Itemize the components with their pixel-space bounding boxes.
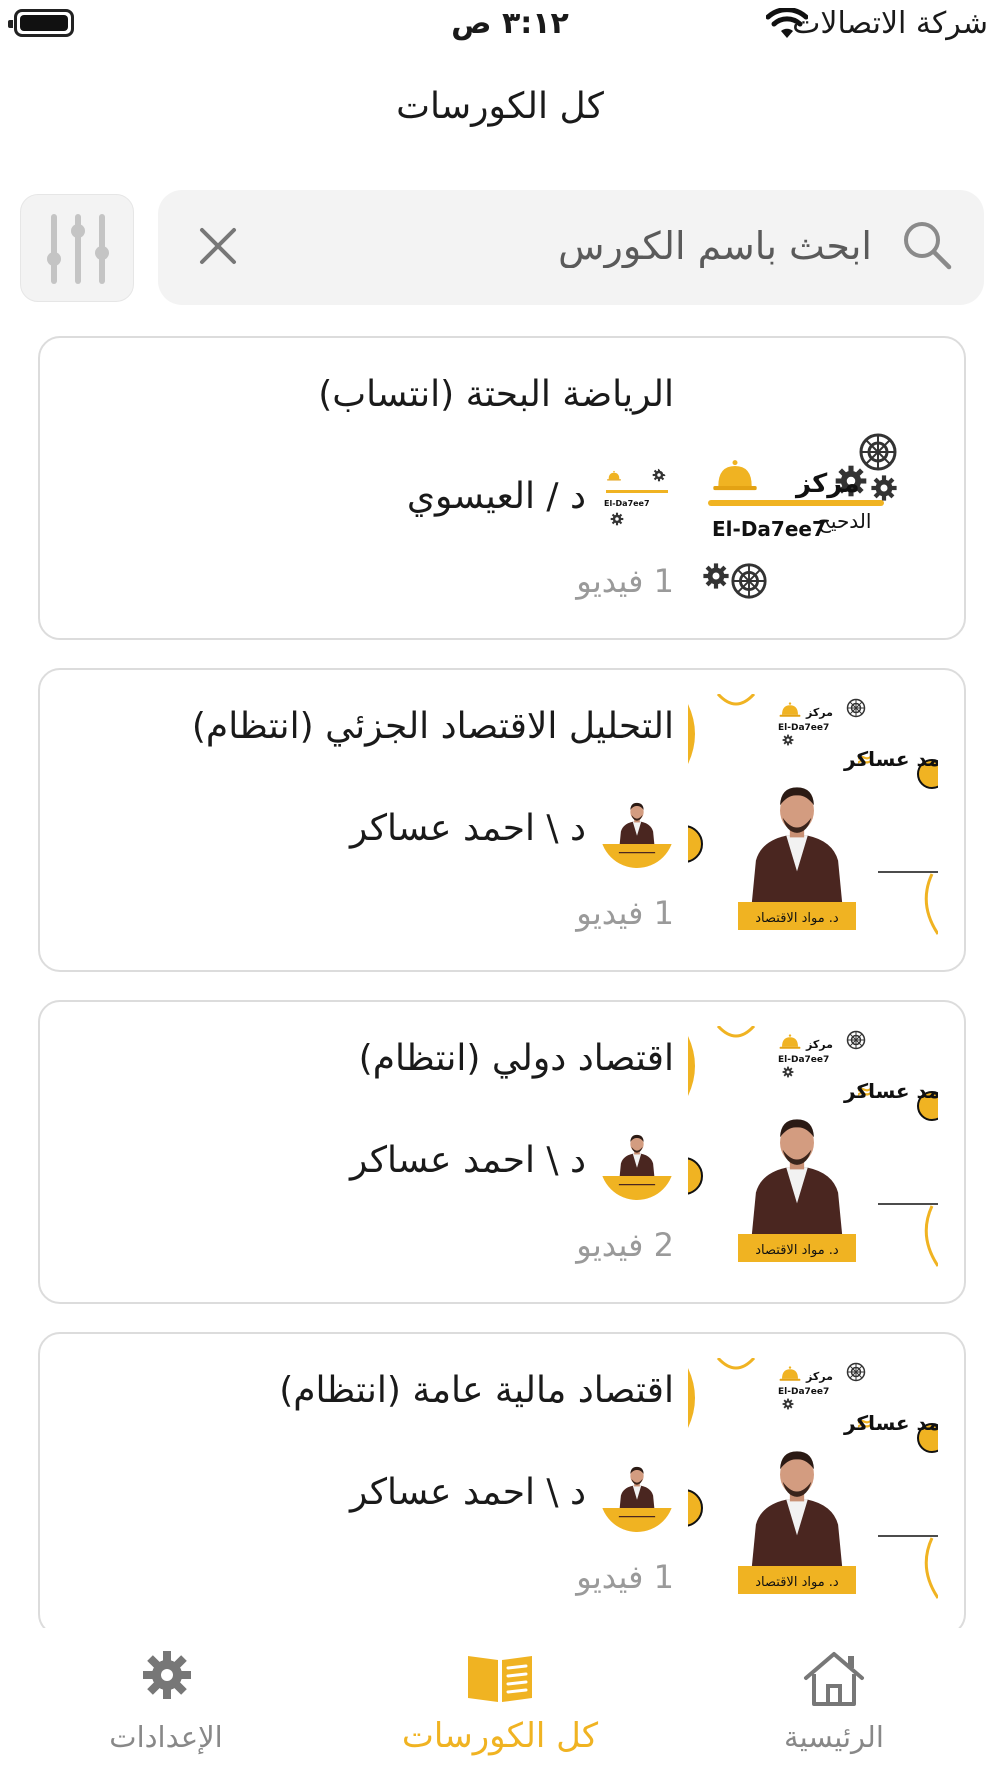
battery-icon — [8, 9, 74, 37]
poster-logo-en: El-Da7ee7 — [778, 723, 829, 733]
course-title: الرياضة البحتة (انتساب) — [318, 374, 674, 415]
video-count: 1 فيديو — [576, 562, 674, 600]
poster-doctor-name: د. احمد عساكر — [843, 1079, 938, 1103]
bottom-tab-bar: الإعدادات كل الكورسات الرئيسية — [0, 1628, 1000, 1778]
poster-logo-word: مركز — [805, 706, 833, 719]
poster-banner: د. مواد الاقتصاد — [755, 1243, 839, 1258]
course-list: مركز El-Da7ee7 الدحيح الرياضة البحتة (ان… — [38, 336, 966, 1628]
course-thumbnail: مركز El-Da7ee7 ≈ د. احمد عساكر د. مواد ا… — [688, 1358, 938, 1614]
gear-icon — [143, 1651, 191, 1699]
page-title: كل الكورسات — [396, 86, 604, 127]
poster-logo-en: El-Da7ee7 — [778, 1387, 829, 1397]
status-bar: ٣:١٢ ص شركة الاتصالات — [0, 0, 1000, 50]
video-count: 1 فيديو — [576, 894, 674, 932]
avatar-logo-en: El-Da7ee7 — [604, 499, 650, 508]
sliders-icon — [47, 214, 109, 284]
poster-doctor-name: د. احمد عساكر — [843, 747, 938, 771]
poster-banner: د. مواد الاقتصاد — [755, 911, 839, 926]
tab-all-courses[interactable]: كل الكورسات — [380, 1628, 620, 1778]
video-count: 2 فيديو — [576, 1226, 674, 1264]
poster-logo-en: El-Da7ee7 — [778, 1055, 829, 1065]
book-icon — [468, 1656, 532, 1702]
course-card[interactable]: مركز El-Da7ee7 ≈ د. احمد عساكر د. مواد ا… — [38, 1000, 966, 1304]
tab-settings[interactable]: الإعدادات — [46, 1628, 286, 1778]
poster-logo-word: مركز — [805, 1038, 833, 1051]
tab-label: الرئيسية — [784, 1720, 884, 1754]
carrier-name: شركة الاتصالات — [792, 6, 988, 41]
logo-word: مركز — [794, 469, 860, 499]
instructor-avatar: El-Da7ee7 — [600, 462, 674, 536]
instructor-name: د / العيسوي — [406, 476, 586, 517]
course-thumbnail: مركز El-Da7ee7 ≈ د. احمد عساكر د. مواد ا… — [688, 1026, 938, 1282]
instructor-avatar — [600, 1126, 674, 1200]
search-icon — [904, 222, 952, 270]
logo-name-ar: الدحيح — [818, 509, 871, 533]
tab-label: الإعدادات — [109, 1720, 223, 1754]
home-icon — [804, 1652, 864, 1706]
instructor-name: د \ احمد عساكر — [349, 808, 586, 849]
instructor-avatar — [600, 794, 674, 868]
course-title: اقتصاد دولي (انتظام) — [358, 1038, 674, 1079]
course-card[interactable]: مركز El-Da7ee7 الدحيح الرياضة البحتة (ان… — [38, 336, 966, 640]
instructor-avatar — [600, 1458, 674, 1532]
instructor-name: د \ احمد عساكر — [349, 1140, 586, 1181]
poster-logo-word: مركز — [805, 1370, 833, 1383]
course-card[interactable]: مركز El-Da7ee7 ≈ د. احمد عساكر د. مواد ا… — [38, 668, 966, 972]
course-title: التحليل الاقتصاد الجزئي (انتظام) — [191, 706, 674, 747]
course-thumbnail: مركز El-Da7ee7 الدحيح — [688, 362, 938, 618]
tab-label: كل الكورسات — [401, 1716, 599, 1756]
course-thumbnail: مركز El-Da7ee7 ≈ د. احمد عساكر د. مواد ا… — [688, 694, 938, 950]
video-count: 1 فيديو — [576, 1558, 674, 1596]
search-input[interactable] — [312, 210, 872, 282]
search-bar — [158, 190, 984, 305]
logo-name-en: El-Da7ee7 — [712, 517, 826, 541]
poster-doctor-name: د. احمد عساكر — [843, 1411, 938, 1435]
course-card[interactable]: مركز El-Da7ee7 ≈ د. احمد عساكر د. مواد ا… — [38, 1332, 966, 1628]
filter-button[interactable] — [20, 194, 134, 302]
tab-home[interactable]: الرئيسية — [714, 1628, 954, 1778]
poster-banner: د. مواد الاقتصاد — [755, 1575, 839, 1590]
status-time: ٣:١٢ ص — [451, 6, 569, 41]
course-title: اقتصاد مالية عامة (انتظام) — [279, 1370, 674, 1411]
instructor-name: د \ احمد عساكر — [349, 1472, 586, 1513]
clear-search-icon[interactable] — [192, 220, 244, 272]
